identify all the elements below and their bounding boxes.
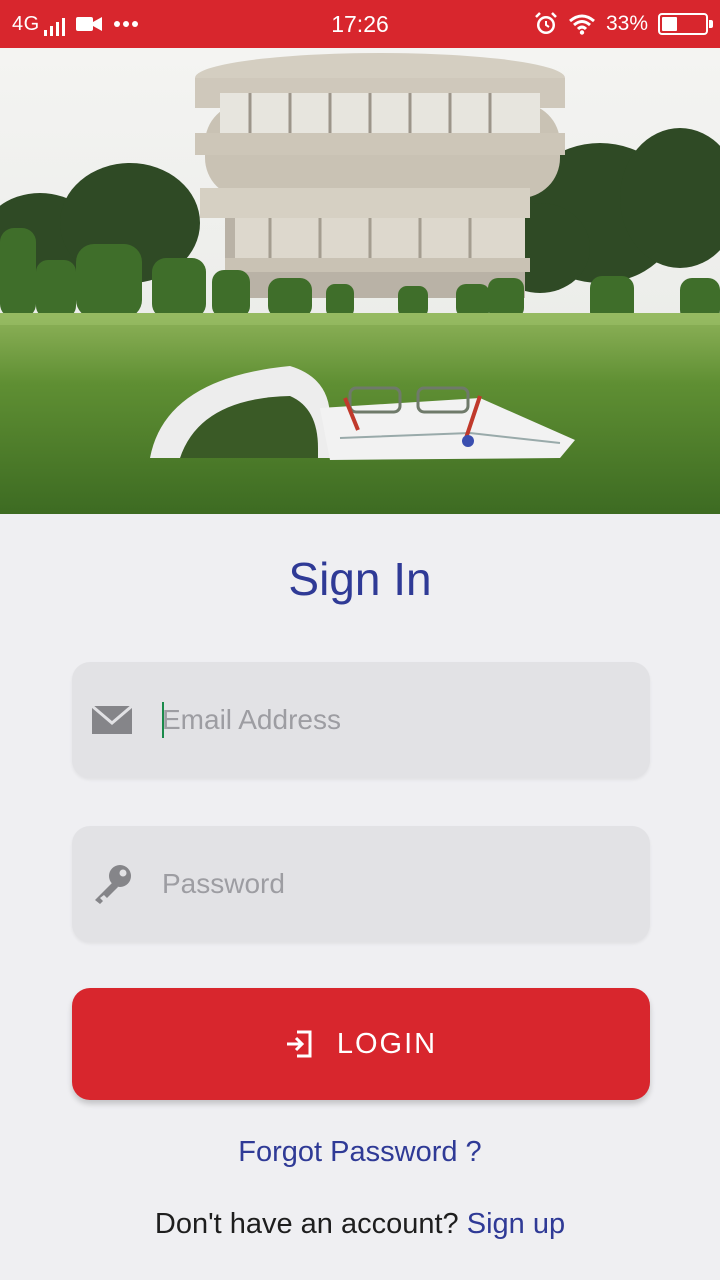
signup-prompt: Don't have an account? xyxy=(154,1208,467,1240)
login-arrow-icon xyxy=(286,1030,312,1058)
battery-level xyxy=(662,17,678,31)
login-button[interactable]: LOGIN xyxy=(72,988,650,1100)
campus-illustration xyxy=(0,48,720,514)
signup-row: Don't have an account? Sign up xyxy=(0,1208,720,1241)
password-field[interactable] xyxy=(72,826,650,942)
wifi-icon xyxy=(569,14,595,35)
email-input[interactable] xyxy=(162,662,622,778)
text-cursor xyxy=(162,702,164,738)
password-input[interactable] xyxy=(162,826,622,942)
hero-image xyxy=(0,48,720,514)
email-field[interactable] xyxy=(72,662,650,778)
forgot-password-link[interactable]: Forgot Password ? xyxy=(0,1136,720,1169)
signin-title: Sign In xyxy=(288,553,432,605)
alarm-icon xyxy=(535,12,557,34)
signup-link[interactable]: Sign up xyxy=(467,1208,565,1240)
status-right: 33% xyxy=(534,0,713,48)
key-icon xyxy=(95,865,131,904)
envelope-icon xyxy=(91,704,133,734)
building xyxy=(195,53,565,298)
battery-percent: 33% xyxy=(605,12,648,35)
battery-icon xyxy=(658,13,713,35)
login-button-label: LOGIN xyxy=(336,1027,438,1060)
status-bar: 4G 17:26 33% xyxy=(0,0,720,48)
